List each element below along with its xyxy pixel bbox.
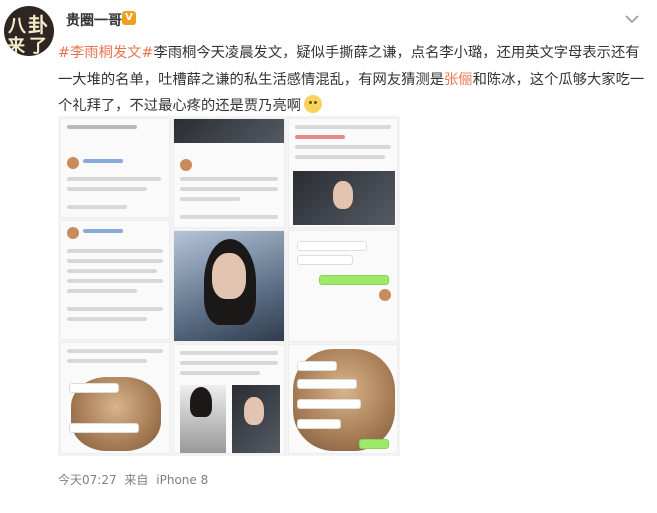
screenshot-tile bbox=[173, 118, 285, 228]
username[interactable]: 贵圈一哥 bbox=[66, 10, 122, 30]
post-image[interactable] bbox=[58, 116, 400, 456]
avatar-char-3: 来 bbox=[7, 36, 25, 56]
chat-tile bbox=[288, 344, 398, 454]
mention-link[interactable]: 张俪 bbox=[444, 72, 473, 88]
screenshot-tile bbox=[173, 344, 285, 454]
screenshot-tile bbox=[60, 342, 170, 454]
avatar-char-4: 了 bbox=[29, 36, 47, 56]
source-label: 来自 bbox=[124, 473, 149, 487]
post-text: #李雨桐发文#李雨桐今天凌晨发文，疑似手撕薛之谦，点名李小璐，还用英文字母表示还… bbox=[58, 40, 650, 120]
chat-tile bbox=[288, 230, 398, 342]
post-time[interactable]: 今天07:27 bbox=[58, 473, 117, 487]
post-meta: 今天07:27 来自 iPhone 8 bbox=[58, 471, 212, 488]
post-device: iPhone 8 bbox=[156, 473, 209, 487]
screenshot-tile bbox=[60, 118, 170, 218]
photo-tile bbox=[173, 230, 285, 342]
doge-emoji-icon bbox=[304, 95, 323, 113]
topic-link[interactable]: #李雨桐发文# bbox=[58, 45, 153, 61]
screenshot-tile bbox=[60, 220, 170, 340]
screenshot-tile bbox=[288, 118, 398, 228]
chevron-down-icon[interactable] bbox=[624, 14, 640, 26]
avatar[interactable]: 八 卦 来 了 bbox=[4, 6, 54, 56]
verified-badge-icon: V bbox=[122, 11, 136, 25]
